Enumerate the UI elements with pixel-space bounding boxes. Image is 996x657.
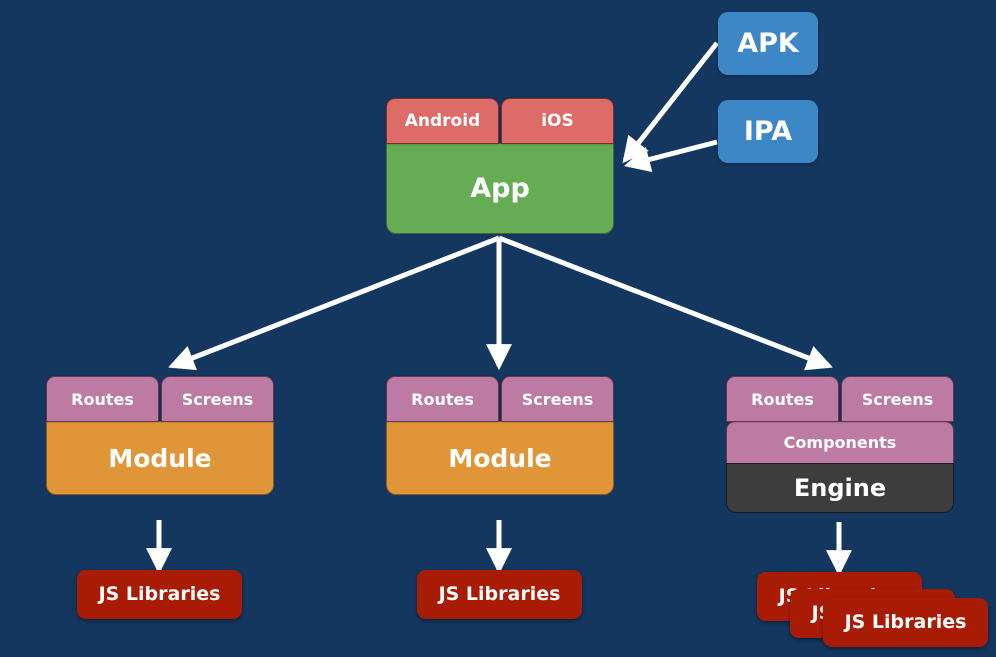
engine-tab-components[interactable]: Components	[726, 421, 954, 464]
js-libraries-label-left: JS Libraries	[98, 583, 221, 606]
module-left-body-label: Module	[108, 443, 212, 473]
arrow-app-to-engine	[498, 235, 833, 371]
module-center-tab-screens[interactable]: Screens	[501, 376, 614, 422]
arrow-apk-to-app	[622, 41, 719, 164]
module-card-left[interactable]: Routes Screens Module	[46, 376, 274, 495]
module-center-tab-routes-label: Routes	[411, 389, 474, 409]
app-body-label: App	[470, 173, 530, 204]
app-platform-tab-row: Android iOS	[386, 98, 614, 144]
artifact-box-apk[interactable]: APK	[718, 12, 818, 75]
arrow-app-to-module-left	[168, 235, 500, 371]
engine-tab-routes[interactable]: Routes	[726, 376, 839, 422]
module-center-body-label: Module	[448, 443, 552, 473]
tab-android-label: Android	[404, 111, 481, 131]
module-left-body[interactable]: Module	[46, 421, 274, 495]
engine-tab-routes-label: Routes	[751, 389, 814, 409]
tab-android[interactable]: Android	[386, 98, 499, 144]
module-left-tab-screens-label: Screens	[181, 389, 254, 409]
arrow-ipa-to-app	[623, 139, 718, 173]
module-center-tab-screens-label: Screens	[521, 389, 594, 409]
module-left-tab-row: Routes Screens	[46, 376, 274, 422]
module-center-tab-row: Routes Screens	[386, 376, 614, 422]
engine-tab-screens-label: Screens	[861, 389, 934, 409]
artifact-label-apk: APK	[737, 27, 799, 59]
artifact-box-ipa[interactable]: IPA	[718, 100, 818, 163]
module-left-tab-routes[interactable]: Routes	[46, 376, 159, 422]
js-libraries-label-center: JS Libraries	[438, 583, 561, 606]
artifact-label-ipa: IPA	[743, 115, 793, 147]
tab-ios[interactable]: iOS	[501, 98, 614, 144]
app-body[interactable]: App	[386, 143, 614, 234]
engine-body-label: Engine	[793, 474, 887, 502]
js-libraries-box-left[interactable]: JS Libraries	[77, 570, 242, 619]
engine-tab-row: Routes Screens	[726, 376, 954, 422]
module-left-tab-routes-label: Routes	[71, 389, 134, 409]
module-center-body[interactable]: Module	[386, 421, 614, 495]
module-center-tab-routes[interactable]: Routes	[386, 376, 499, 422]
engine-card[interactable]: Routes Screens Components Engine	[726, 376, 954, 513]
module-card-center[interactable]: Routes Screens Module	[386, 376, 614, 495]
js-libraries-box-center[interactable]: JS Libraries	[417, 570, 582, 619]
architecture-diagram: APK IPA Android iOS App Routes Screens M…	[0, 0, 996, 657]
app-card[interactable]: Android iOS App	[386, 98, 614, 234]
engine-tab-components-label: Components	[783, 433, 897, 452]
engine-tab-screens[interactable]: Screens	[841, 376, 954, 422]
js-libraries-box-engine-front[interactable]: JS Libraries	[823, 598, 988, 647]
js-libraries-label-engine-front: JS Libraries	[844, 611, 967, 634]
module-left-tab-screens[interactable]: Screens	[161, 376, 274, 422]
engine-body[interactable]: Engine	[726, 463, 954, 513]
tab-ios-label: iOS	[541, 111, 574, 131]
